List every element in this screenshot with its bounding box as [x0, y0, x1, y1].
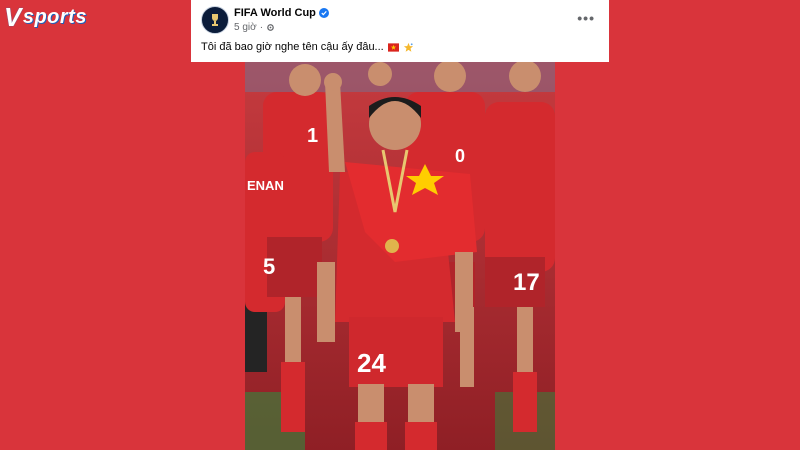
caption-text: Tôi đã bao giờ nghe tên cậu ấy đâu...	[201, 41, 384, 53]
logo-sports-text: sports	[22, 6, 87, 28]
post-meta: 5 giờ ·	[234, 22, 275, 33]
logo-v-letter: V	[4, 2, 22, 32]
page-name[interactable]: FIFA World Cup	[234, 7, 316, 19]
post-photo-area: 24 17 5 1 0 ENAN	[191, 62, 609, 450]
jersey-number-back: 1	[307, 125, 318, 147]
trophy-icon	[212, 14, 218, 26]
team-celebration-image: 24 17 5 1 0 ENAN	[245, 62, 555, 450]
page-avatar[interactable]	[201, 6, 229, 34]
verified-badge-icon	[318, 8, 329, 18]
vietnam-flag-emoji	[387, 42, 399, 52]
page-name-row: FIFA World Cup	[234, 7, 329, 19]
shirt-name-text: ENAN	[247, 178, 284, 193]
audience-gear-icon	[267, 24, 274, 31]
jersey-number-right: 17	[513, 269, 540, 296]
post-photo[interactable]: 24 17 5 1 0 ENAN	[245, 62, 555, 450]
jersey-number-back-right: 0	[455, 146, 465, 166]
jersey-number-left: 5	[263, 254, 275, 279]
post-caption: Tôi đã bao giờ nghe tên cậu ấy đâu...	[201, 41, 414, 53]
jersey-number-main: 24	[357, 348, 386, 378]
post-time[interactable]: 5 giờ	[234, 22, 257, 33]
more-options-icon[interactable]: •••	[577, 10, 595, 26]
post-header: FIFA World Cup 5 giờ · ••• Tôi đã bao gi…	[191, 0, 609, 64]
star-emoji	[403, 42, 413, 52]
vsports-logo: V sports	[4, 2, 87, 33]
